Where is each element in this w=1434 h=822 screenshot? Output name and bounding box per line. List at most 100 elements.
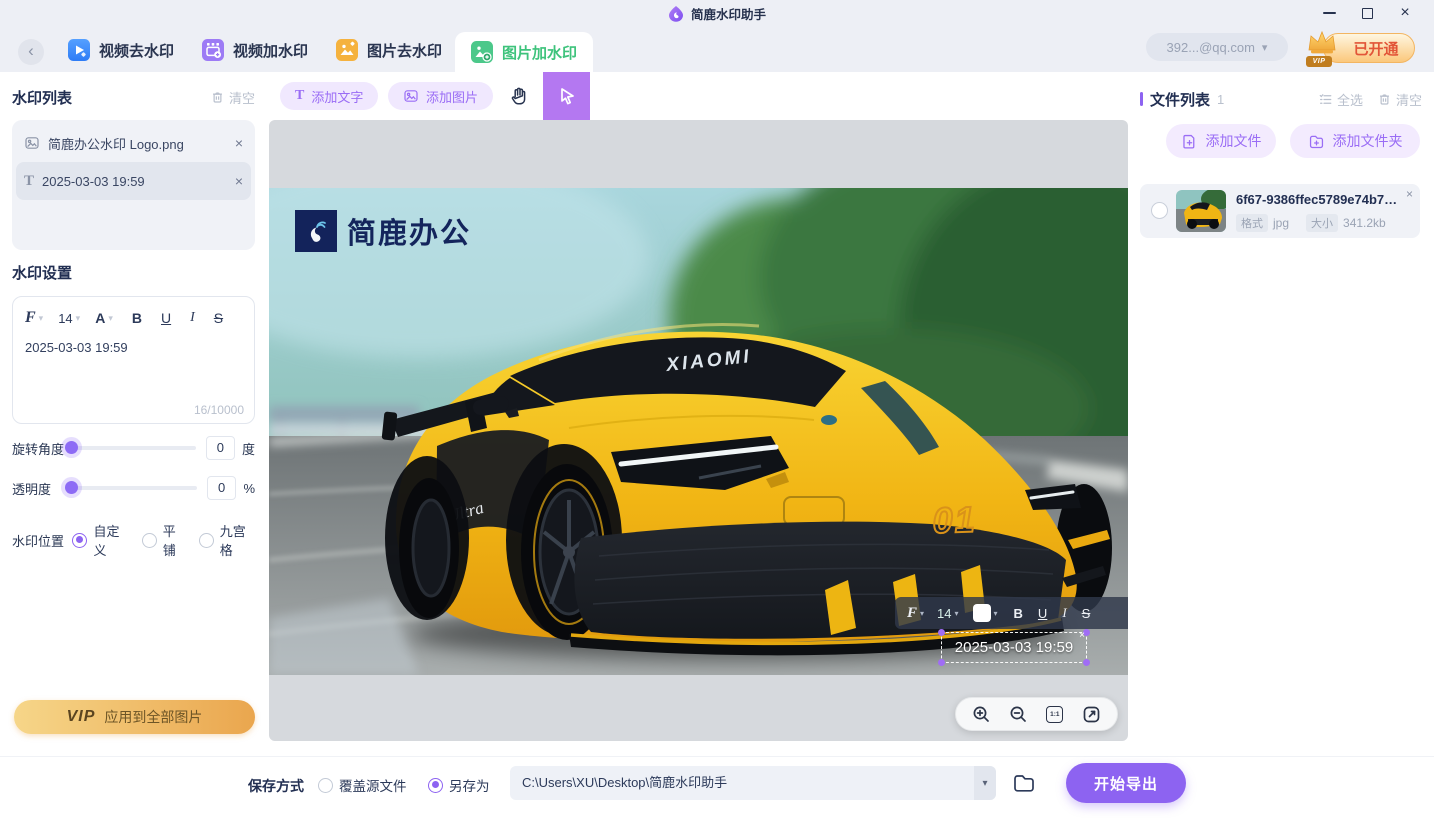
hand-tool-button[interactable] xyxy=(506,83,532,109)
position-option-grid[interactable]: 九宫格 xyxy=(199,521,255,559)
tab-label: 视频加水印 xyxy=(233,40,308,61)
select-all-button[interactable]: 全选 xyxy=(1318,90,1363,109)
file-plus-icon xyxy=(1181,133,1198,150)
overwrite-label: 覆盖源文件 xyxy=(339,775,407,795)
position-option-tile[interactable]: 平铺 xyxy=(142,521,186,559)
remove-text-watermark-icon[interactable]: × xyxy=(1079,631,1085,641)
select-all-label: 全选 xyxy=(1337,90,1363,109)
bold-button[interactable]: B xyxy=(132,310,142,326)
fit-screen-button[interactable] xyxy=(1080,703,1102,725)
minimize-button[interactable] xyxy=(1318,3,1340,23)
chevron-down-icon[interactable]: ▾ xyxy=(39,313,44,324)
italic-button[interactable]: I xyxy=(1062,605,1066,621)
remove-watermark-icon[interactable]: × xyxy=(235,135,243,151)
text-watermark-selected[interactable]: 2025-03-03 19:59 × xyxy=(941,632,1087,663)
strikethrough-button[interactable]: S xyxy=(1082,606,1091,621)
tab-label: 视频去水印 xyxy=(99,40,174,61)
position-label: 水印位置 xyxy=(12,531,64,550)
add-text-button[interactable]: T 添加文字 xyxy=(280,82,378,110)
file-clear-button[interactable]: 清空 xyxy=(1377,90,1422,109)
add-folder-label: 添加文件夹 xyxy=(1333,131,1403,151)
radio-grid[interactable] xyxy=(199,533,214,548)
maximize-button[interactable] xyxy=(1356,3,1378,23)
bold-button[interactable]: B xyxy=(1014,606,1023,621)
chevron-down-icon[interactable]: ▾ xyxy=(108,313,113,324)
chevron-down-icon[interactable]: ▾ xyxy=(76,313,81,324)
image-watermark-icon xyxy=(24,135,40,151)
apply-to-all-label: 应用到全部图片 xyxy=(104,707,202,727)
back-button[interactable]: ‹ xyxy=(18,39,44,65)
radio-overwrite[interactable] xyxy=(318,778,333,793)
logo-watermark[interactable]: 简鹿办公 xyxy=(295,210,471,252)
resize-handle[interactable] xyxy=(1083,659,1090,666)
rotation-slider[interactable] xyxy=(67,446,196,450)
minimize-icon xyxy=(1323,12,1336,14)
add-image-button[interactable]: 添加图片 xyxy=(388,82,493,110)
underline-button[interactable]: U xyxy=(161,310,171,326)
radio-save-as[interactable] xyxy=(428,778,443,793)
underline-button[interactable]: U xyxy=(1038,606,1047,621)
add-folder-button[interactable]: 添加文件夹 xyxy=(1290,124,1420,158)
account-dropdown[interactable]: 392...@qq.com ▾ xyxy=(1146,33,1288,61)
tab-video-remove-watermark[interactable]: 视频去水印 xyxy=(68,38,174,62)
vip-status-badge[interactable]: 已开通 VIP xyxy=(1303,30,1421,68)
radio-tile[interactable] xyxy=(142,533,157,548)
opacity-slider[interactable] xyxy=(67,486,197,490)
chevron-down-icon: ▾ xyxy=(1262,41,1268,54)
export-bar: 保存方式 覆盖源文件 另存为 C:\Users\XU\Desktop\简鹿水印助… xyxy=(0,756,1434,822)
position-option-custom[interactable]: 自定义 xyxy=(72,521,128,559)
close-button[interactable]: × xyxy=(1394,3,1416,23)
floating-text-toolbar: F ▾ 14 ▾ ▾ B U I S xyxy=(895,597,1128,629)
chevron-down-icon[interactable]: ▾ xyxy=(920,609,924,618)
select-tool-button-active[interactable] xyxy=(543,72,590,120)
text-editor-toolbar: F ▾ 14 ▾ A ▾ B U I S xyxy=(25,305,242,331)
path-dropdown-button[interactable]: ▾ xyxy=(974,766,996,800)
zoom-in-button[interactable] xyxy=(971,703,993,725)
opacity-value-input[interactable]: 0 xyxy=(207,476,237,500)
chevron-down-icon[interactable]: ▾ xyxy=(994,609,998,618)
file-panel-header: 文件列表 1 全选 清空 xyxy=(1140,88,1422,110)
add-file-button[interactable]: 添加文件 xyxy=(1166,124,1276,158)
zoom-actual-size-button[interactable]: 1:1 xyxy=(1044,703,1066,725)
chevron-down-icon[interactable]: ▾ xyxy=(955,609,959,618)
file-list-title: 文件列表 xyxy=(1150,89,1210,110)
browse-folder-button[interactable] xyxy=(1010,770,1038,796)
font-size-button[interactable]: 14 xyxy=(58,311,72,326)
add-text-label: 添加文字 xyxy=(311,87,363,106)
resize-handle[interactable] xyxy=(938,629,945,636)
font-color-button[interactable]: A xyxy=(95,310,105,326)
tab-video-add-watermark[interactable]: 视频加水印 xyxy=(202,38,308,62)
watermark-text-input[interactable]: 2025-03-03 19:59 xyxy=(25,340,242,355)
start-export-button[interactable]: 开始导出 xyxy=(1066,763,1186,803)
tab-image-add-watermark-active[interactable]: 图片加水印 xyxy=(455,32,593,72)
video-remove-icon xyxy=(68,39,90,61)
file-checkbox[interactable] xyxy=(1151,202,1168,219)
font-family-button[interactable]: F xyxy=(25,309,36,327)
opacity-slider-thumb[interactable] xyxy=(65,481,78,494)
rotation-value-input[interactable]: 0 xyxy=(206,436,235,460)
export-path-input[interactable]: C:\Users\XU\Desktop\简鹿水印助手 ▾ xyxy=(510,766,996,800)
watermark-item-text-selected[interactable]: T 2025-03-03 19:59 × xyxy=(16,162,251,200)
remove-file-icon[interactable]: × xyxy=(1406,187,1413,201)
radio-grid-label: 九宫格 xyxy=(220,521,255,559)
radio-custom[interactable] xyxy=(72,533,87,548)
zoom-out-button[interactable] xyxy=(1007,703,1029,725)
strikethrough-button[interactable]: S xyxy=(214,310,223,326)
folder-icon xyxy=(1012,772,1036,794)
file-list-item[interactable]: 6f67-9386ffec5789e74b79f... × 格式 jpg 大小 … xyxy=(1140,184,1420,238)
resize-handle[interactable] xyxy=(938,659,945,666)
save-as-option[interactable]: 另存为 xyxy=(428,775,490,795)
size-value: 341.2kb xyxy=(1343,216,1386,230)
italic-button[interactable]: I xyxy=(190,310,195,326)
watermark-clear-button[interactable]: 清空 xyxy=(210,88,255,107)
overwrite-option[interactable]: 覆盖源文件 xyxy=(318,775,407,795)
apply-to-all-button[interactable]: VIP 应用到全部图片 xyxy=(14,700,255,734)
tab-image-remove-watermark[interactable]: 图片去水印 xyxy=(336,38,442,62)
watermark-item-image[interactable]: 简鹿办公水印 Logo.png × xyxy=(16,124,251,162)
font-color-swatch[interactable] xyxy=(973,604,991,622)
font-family-button[interactable]: F xyxy=(907,605,917,622)
rotation-slider-thumb[interactable] xyxy=(65,441,78,454)
remove-watermark-icon[interactable]: × xyxy=(235,173,243,189)
font-size-button[interactable]: 14 xyxy=(937,606,951,621)
watermark-sidebar: 水印列表 清空 简鹿办公水印 Logo.png × T 2025-03-03 1… xyxy=(12,84,255,756)
